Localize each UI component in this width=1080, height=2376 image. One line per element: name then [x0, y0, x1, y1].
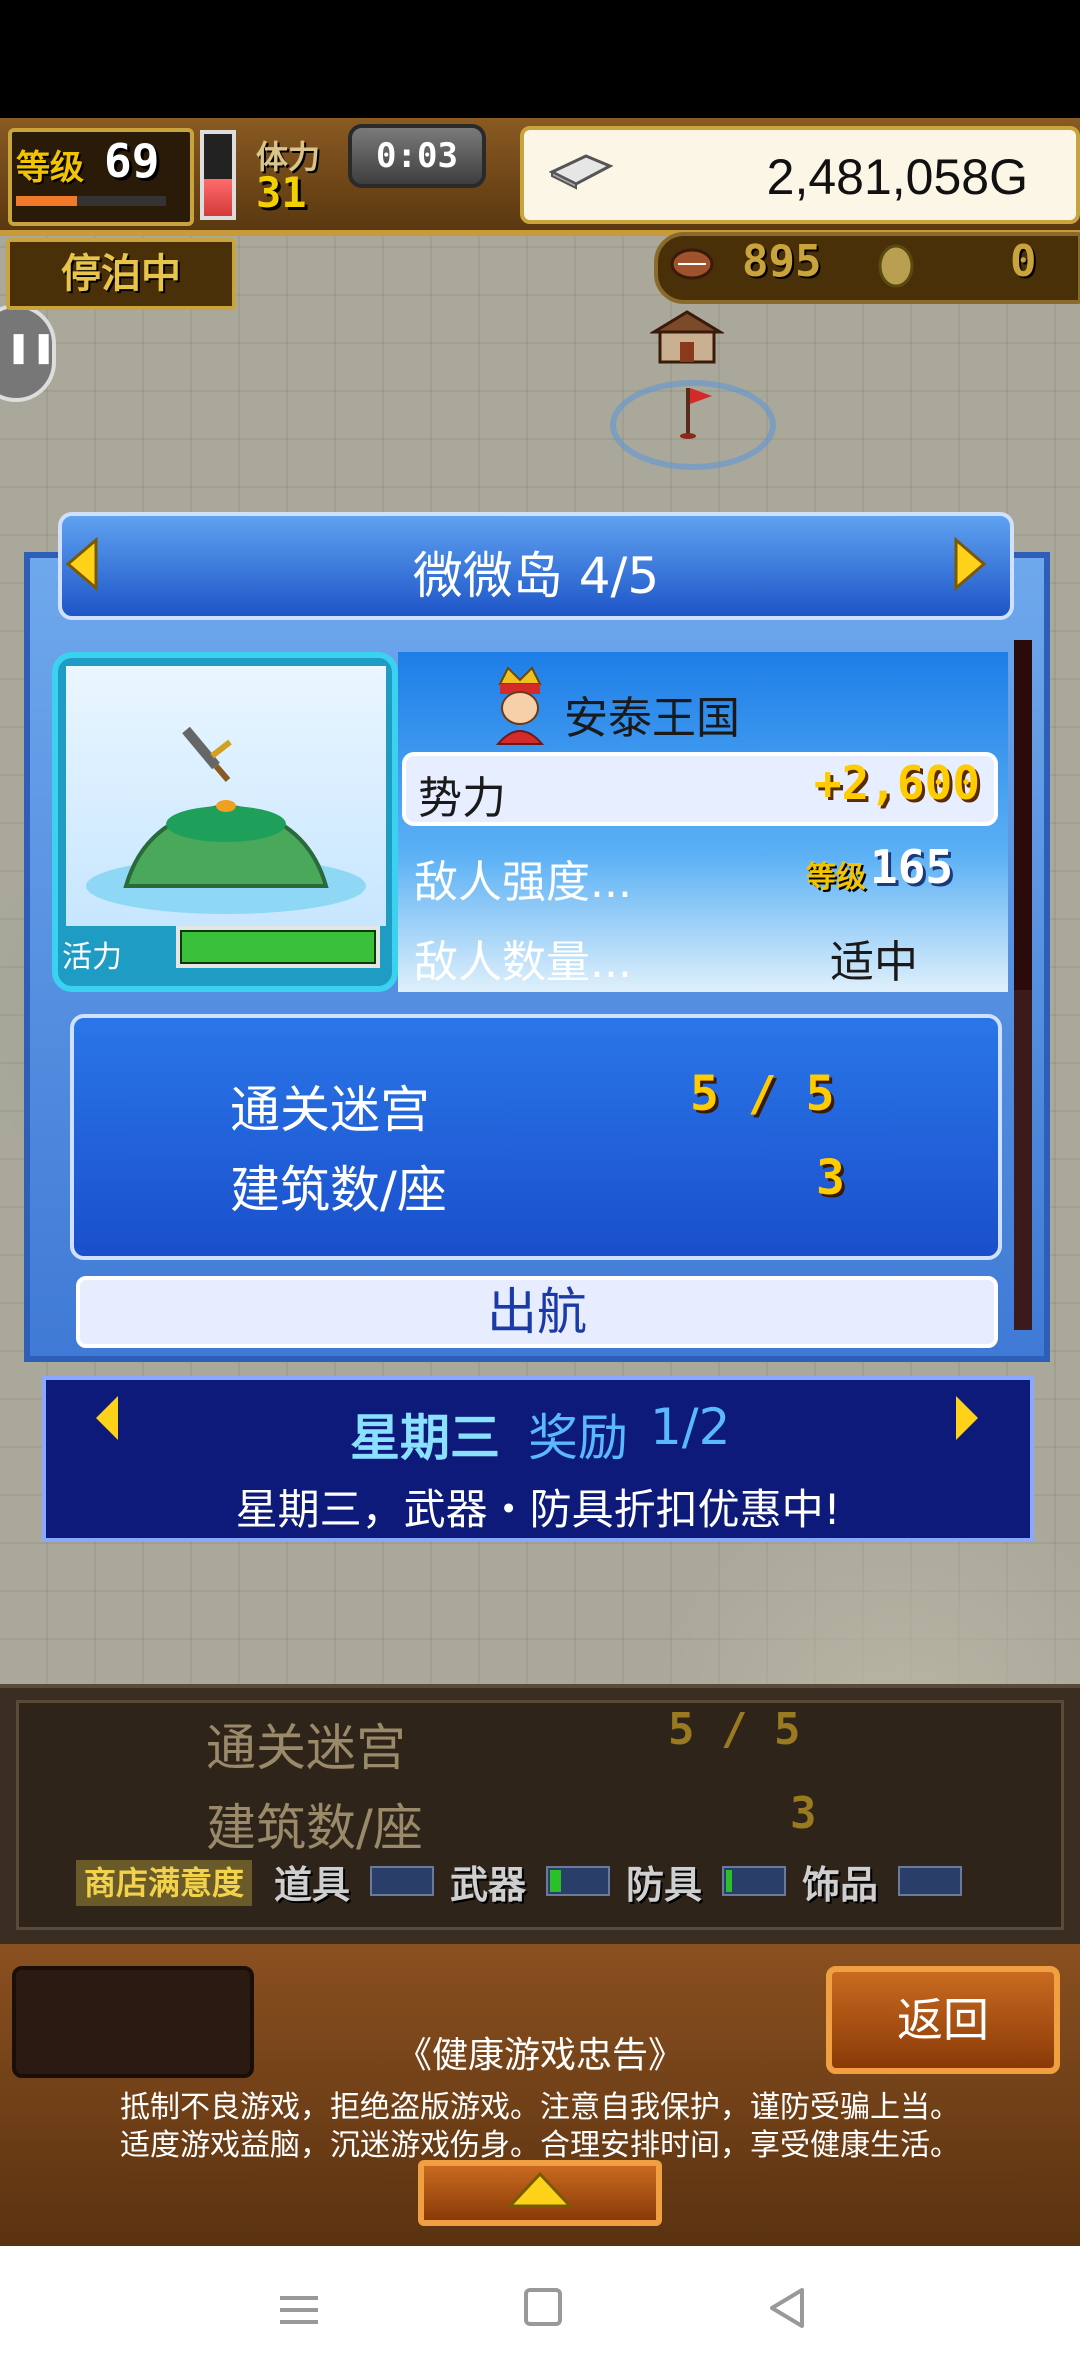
- level-value: 69: [104, 134, 160, 188]
- category-accessories-label: 饰品: [802, 1863, 879, 1907]
- shop-cleared-dungeons-label: 通关迷宫: [206, 1719, 406, 1777]
- bonus-day: 星期三: [350, 1409, 500, 1467]
- pause-icon: ❚❚: [6, 330, 57, 365]
- stamina-value: 31: [256, 168, 307, 217]
- health-notice-title: 《健康游戏忠告》: [395, 2035, 684, 2076]
- gold-bar-icon: [548, 154, 614, 190]
- enemy-level-value: 165: [870, 840, 954, 894]
- sail-button[interactable]: 出航: [76, 1276, 998, 1348]
- shop-satisfaction-label: 商店满意度: [76, 1860, 252, 1906]
- island-stats-box: [70, 1014, 1002, 1260]
- category-armor-label: 防具: [626, 1863, 703, 1907]
- cleared-dungeons-label: 通关迷宫: [230, 1081, 430, 1139]
- stamina-gauge-fill: [204, 179, 232, 216]
- enemy-strength-label: 敌人强度...: [414, 857, 632, 908]
- power-value: +2,600: [813, 756, 980, 810]
- back-triangle-icon[interactable]: [766, 2286, 808, 2330]
- level-progress-fill: [16, 196, 77, 206]
- enemy-level-tag: 等级: [806, 860, 866, 895]
- docked-status: 停泊中: [6, 238, 236, 310]
- menu-icon[interactable]: [278, 2290, 320, 2330]
- dialog-scrollbar-thumb[interactable]: [1014, 640, 1032, 990]
- enemy-count-value: 适中: [830, 937, 918, 988]
- resource-counter-1: 895: [742, 236, 822, 287]
- bonus-title: 奖励: [528, 1409, 628, 1467]
- shop-cleared-dungeons-value: 5 / 5: [668, 1704, 801, 1755]
- category-weapons-label: 武器: [450, 1863, 527, 1907]
- category-weapons-fill: [550, 1870, 561, 1892]
- shop-building-count-label: 建筑数/座: [206, 1799, 423, 1857]
- next-bonus-arrow-icon[interactable]: [952, 1392, 982, 1444]
- kingdom-name: 安泰王国: [564, 693, 740, 744]
- system-status-bar: [0, 0, 1080, 118]
- cleared-dungeons-value: 5 / 5: [690, 1066, 835, 1122]
- enemy-count-label: 敌人数量...: [414, 937, 632, 988]
- island-title: 微微岛 4/5: [412, 547, 660, 605]
- power-label: 势力: [418, 773, 506, 824]
- bonus-page: 1/2: [650, 1398, 731, 1456]
- up-arrow-icon: [506, 2171, 574, 2208]
- building-count-value: 3: [816, 1150, 845, 1206]
- sword-icon: [182, 726, 232, 782]
- vitality-label: 活力: [62, 940, 122, 975]
- level-label: 等级: [16, 148, 84, 188]
- coin-icon: [878, 244, 914, 288]
- category-armor-fill: [726, 1870, 732, 1892]
- bonus-message: 星期三，武器・防具折扣优惠中!: [235, 1485, 841, 1534]
- health-notice-line-2: 适度游戏益脑，沉迷游戏伤身。合理安排时间，享受健康生活。: [120, 2128, 960, 2163]
- resource-counter-2: 0: [1010, 236, 1037, 287]
- category-items-label: 道具: [274, 1863, 351, 1907]
- building-count-label: 建筑数/座: [230, 1161, 447, 1219]
- king-avatar-icon: [495, 666, 545, 745]
- island-image: [86, 726, 366, 914]
- category-accessories-bar: [898, 1866, 962, 1896]
- vitality-bar-fill: [182, 932, 374, 962]
- flag-icon[interactable]: [680, 384, 714, 440]
- ball-icon: [670, 248, 714, 280]
- gold-value: 2,481,058G: [766, 149, 1028, 205]
- shop-building-count-value: 3: [790, 1788, 817, 1839]
- prev-bonus-arrow-icon[interactable]: [92, 1392, 122, 1444]
- house-icon[interactable]: [650, 310, 724, 364]
- next-island-arrow-icon[interactable]: [950, 536, 990, 592]
- category-items-bar: [370, 1866, 434, 1896]
- timer: 0:03: [348, 124, 486, 188]
- home-icon[interactable]: [524, 2288, 562, 2326]
